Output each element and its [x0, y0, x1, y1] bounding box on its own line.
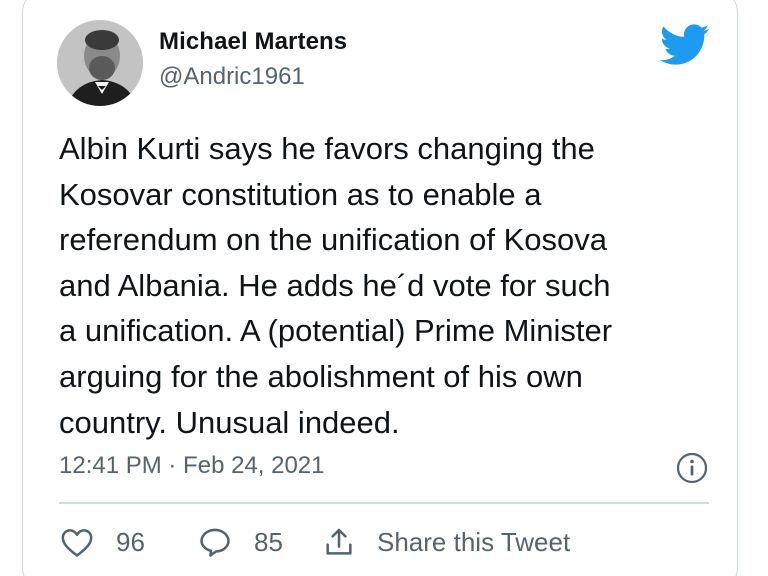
share-button[interactable]: Share this Tweet — [323, 522, 570, 562]
author-handle[interactable]: @Andric1961 — [159, 63, 305, 91]
avatar-photo — [57, 20, 143, 106]
tweet-text: Albin Kurti says he favors changing the … — [59, 126, 719, 445]
divider — [59, 502, 709, 504]
speech-bubble-icon — [198, 526, 232, 558]
twitter-bird-icon[interactable] — [660, 24, 710, 66]
info-icon[interactable] — [676, 452, 708, 484]
tweet-text-line: a unification. A (potential) Prime Minis… — [59, 313, 613, 349]
heart-icon — [60, 526, 94, 558]
reply-count: 85 — [254, 526, 283, 557]
reply-button[interactable]: 85 — [198, 522, 283, 562]
tweet-timestamp[interactable]: 12:41 PM · Feb 24, 2021 — [59, 452, 325, 480]
tweet-text-line: arguing for the abolishment of his own — [59, 358, 583, 394]
like-button[interactable]: 96 — [60, 522, 145, 562]
like-count: 96 — [116, 526, 145, 557]
tweet-text-line: Kosovar constitution as to enable a — [59, 176, 542, 212]
tweet-text-line: and Albania. He adds he´d vote for such — [59, 267, 611, 303]
tweet-text-line: referendum on the unification of Kosova — [59, 222, 608, 258]
avatar[interactable] — [57, 20, 143, 106]
author-name[interactable]: Michael Martens — [159, 28, 347, 56]
tweet-text-line: country. Unusual indeed. — [59, 404, 400, 440]
tweet-text-line: Albin Kurti says he favors changing the — [59, 131, 595, 166]
share-label: Share this Tweet — [377, 526, 571, 557]
share-icon — [323, 526, 355, 558]
